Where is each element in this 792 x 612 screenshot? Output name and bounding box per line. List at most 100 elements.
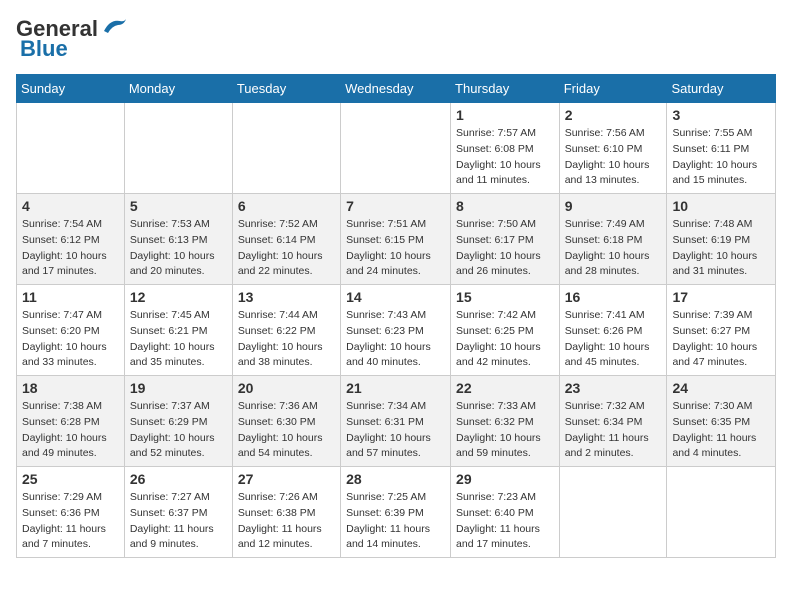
day-number: 17 [672,289,770,305]
calendar-cell [341,103,451,194]
day-info: Sunrise: 7:39 AMSunset: 6:27 PMDaylight:… [672,308,770,371]
day-info: Sunrise: 7:34 AMSunset: 6:31 PMDaylight:… [346,399,445,462]
day-number: 12 [130,289,227,305]
header-wednesday: Wednesday [341,75,451,103]
day-number: 23 [565,380,662,396]
day-info: Sunrise: 7:55 AMSunset: 6:11 PMDaylight:… [672,126,770,189]
day-info: Sunrise: 7:43 AMSunset: 6:23 PMDaylight:… [346,308,445,371]
calendar-cell: 24Sunrise: 7:30 AMSunset: 6:35 PMDayligh… [667,376,776,467]
calendar-cell: 20 Sunrise: 7:36 AMSunset: 6:30 PMDayligh… [232,376,340,467]
calendar-cell [559,467,667,558]
day-info: Sunrise: 7:52 AMSunset: 6:14 PMDaylight:… [238,217,335,280]
day-info: Sunrise: 7:44 AMSunset: 6:22 PMDaylight:… [238,308,335,371]
day-number: 28 [346,471,445,487]
day-info: Sunrise: 7:25 AMSunset: 6:39 PMDaylight:… [346,490,445,553]
day-info: Sunrise: 7:38 AMSunset: 6:28 PMDaylight:… [22,399,119,462]
day-info: Sunrise: 7:33 AMSunset: 6:32 PMDaylight:… [456,399,554,462]
day-info: Sunrise: 7:54 AMSunset: 6:12 PMDaylight:… [22,217,119,280]
day-info: Sunrise: 7:27 AMSunset: 6:37 PMDaylight:… [130,490,227,553]
day-number: 20 [238,380,335,396]
calendar-cell: 2 Sunrise: 7:56 AMSunset: 6:10 PMDaylight… [559,103,667,194]
day-number: 3 [672,107,770,123]
logo: General Blue [16,16,128,62]
day-number: 29 [456,471,554,487]
day-info: Sunrise: 7:26 AMSunset: 6:38 PMDaylight:… [238,490,335,553]
week-row-5: 25Sunrise: 7:29 AMSunset: 6:36 PMDayligh… [17,467,776,558]
calendar-cell: 21 Sunrise: 7:34 AMSunset: 6:31 PMDayligh… [341,376,451,467]
day-info: Sunrise: 7:49 AMSunset: 6:18 PMDaylight:… [565,217,662,280]
day-number: 2 [565,107,662,123]
day-info: Sunrise: 7:45 AMSunset: 6:21 PMDaylight:… [130,308,227,371]
calendar-cell: 25Sunrise: 7:29 AMSunset: 6:36 PMDayligh… [17,467,125,558]
calendar-cell: 26 Sunrise: 7:27 AMSunset: 6:37 PMDayligh… [124,467,232,558]
day-info: Sunrise: 7:36 AMSunset: 6:30 PMDaylight:… [238,399,335,462]
calendar-table: SundayMondayTuesdayWednesdayThursdayFrid… [16,74,776,558]
day-number: 21 [346,380,445,396]
calendar-cell: 13 Sunrise: 7:44 AMSunset: 6:22 PMDayligh… [232,285,340,376]
calendar-cell: 7 Sunrise: 7:51 AMSunset: 6:15 PMDaylight… [341,194,451,285]
day-info: Sunrise: 7:53 AMSunset: 6:13 PMDaylight:… [130,217,227,280]
day-info: Sunrise: 7:48 AMSunset: 6:19 PMDaylight:… [672,217,770,280]
calendar-cell: 18 Sunrise: 7:38 AMSunset: 6:28 PMDayligh… [17,376,125,467]
day-info: Sunrise: 7:32 AMSunset: 6:34 PMDaylight:… [565,399,662,462]
calendar-cell [232,103,340,194]
calendar-cell [667,467,776,558]
day-number: 16 [565,289,662,305]
calendar-header-row: SundayMondayTuesdayWednesdayThursdayFrid… [17,75,776,103]
day-number: 7 [346,198,445,214]
day-info: Sunrise: 7:30 AMSunset: 6:35 PMDaylight:… [672,399,770,462]
calendar-cell: 16 Sunrise: 7:41 AMSunset: 6:26 PMDayligh… [559,285,667,376]
calendar-cell: 22 Sunrise: 7:33 AMSunset: 6:32 PMDayligh… [451,376,560,467]
day-info: Sunrise: 7:42 AMSunset: 6:25 PMDaylight:… [456,308,554,371]
day-number: 15 [456,289,554,305]
calendar-cell: 17 Sunrise: 7:39 AMSunset: 6:27 PMDayligh… [667,285,776,376]
day-number: 19 [130,380,227,396]
calendar-cell: 12 Sunrise: 7:45 AMSunset: 6:21 PMDayligh… [124,285,232,376]
week-row-3: 11 Sunrise: 7:47 AMSunset: 6:20 PMDayligh… [17,285,776,376]
day-number: 4 [22,198,119,214]
calendar-cell: 1Sunrise: 7:57 AMSunset: 6:08 PMDaylight… [451,103,560,194]
header-sunday: Sunday [17,75,125,103]
day-number: 10 [672,198,770,214]
calendar-cell [17,103,125,194]
day-info: Sunrise: 7:37 AMSunset: 6:29 PMDaylight:… [130,399,227,462]
day-number: 13 [238,289,335,305]
week-row-4: 18 Sunrise: 7:38 AMSunset: 6:28 PMDayligh… [17,376,776,467]
calendar-body: 1Sunrise: 7:57 AMSunset: 6:08 PMDaylight… [17,103,776,558]
day-number: 11 [22,289,119,305]
calendar-cell [124,103,232,194]
calendar-cell: 8Sunrise: 7:50 AMSunset: 6:17 PMDaylight… [451,194,560,285]
day-info: Sunrise: 7:29 AMSunset: 6:36 PMDaylight:… [22,490,119,553]
day-info: Sunrise: 7:23 AMSunset: 6:40 PMDaylight:… [456,490,554,553]
calendar-cell: 11 Sunrise: 7:47 AMSunset: 6:20 PMDayligh… [17,285,125,376]
calendar-cell: 9 Sunrise: 7:49 AMSunset: 6:18 PMDaylight… [559,194,667,285]
day-info: Sunrise: 7:47 AMSunset: 6:20 PMDaylight:… [22,308,119,371]
day-number: 9 [565,198,662,214]
day-info: Sunrise: 7:41 AMSunset: 6:26 PMDaylight:… [565,308,662,371]
calendar-cell: 5 Sunrise: 7:53 AMSunset: 6:13 PMDaylight… [124,194,232,285]
day-number: 22 [456,380,554,396]
calendar-cell: 29 Sunrise: 7:23 AMSunset: 6:40 PMDayligh… [451,467,560,558]
header-thursday: Thursday [451,75,560,103]
day-number: 14 [346,289,445,305]
day-number: 5 [130,198,227,214]
day-number: 8 [456,198,554,214]
day-info: Sunrise: 7:51 AMSunset: 6:15 PMDaylight:… [346,217,445,280]
calendar-cell: 10 Sunrise: 7:48 AMSunset: 6:19 PMDayligh… [667,194,776,285]
day-info: Sunrise: 7:56 AMSunset: 6:10 PMDaylight:… [565,126,662,189]
header-monday: Monday [124,75,232,103]
calendar-cell: 4 Sunrise: 7:54 AMSunset: 6:12 PMDaylight… [17,194,125,285]
day-number: 27 [238,471,335,487]
calendar-cell: 6 Sunrise: 7:52 AMSunset: 6:14 PMDaylight… [232,194,340,285]
page-header: General Blue [16,16,776,62]
day-number: 26 [130,471,227,487]
logo-text-blue: Blue [20,36,68,62]
calendar-cell: 14 Sunrise: 7:43 AMSunset: 6:23 PMDayligh… [341,285,451,376]
week-row-1: 1Sunrise: 7:57 AMSunset: 6:08 PMDaylight… [17,103,776,194]
day-number: 6 [238,198,335,214]
header-tuesday: Tuesday [232,75,340,103]
day-number: 18 [22,380,119,396]
day-info: Sunrise: 7:57 AMSunset: 6:08 PMDaylight:… [456,126,554,189]
calendar-cell: 23 Sunrise: 7:32 AMSunset: 6:34 PMDayligh… [559,376,667,467]
calendar-cell: 27 Sunrise: 7:26 AMSunset: 6:38 PMDayligh… [232,467,340,558]
